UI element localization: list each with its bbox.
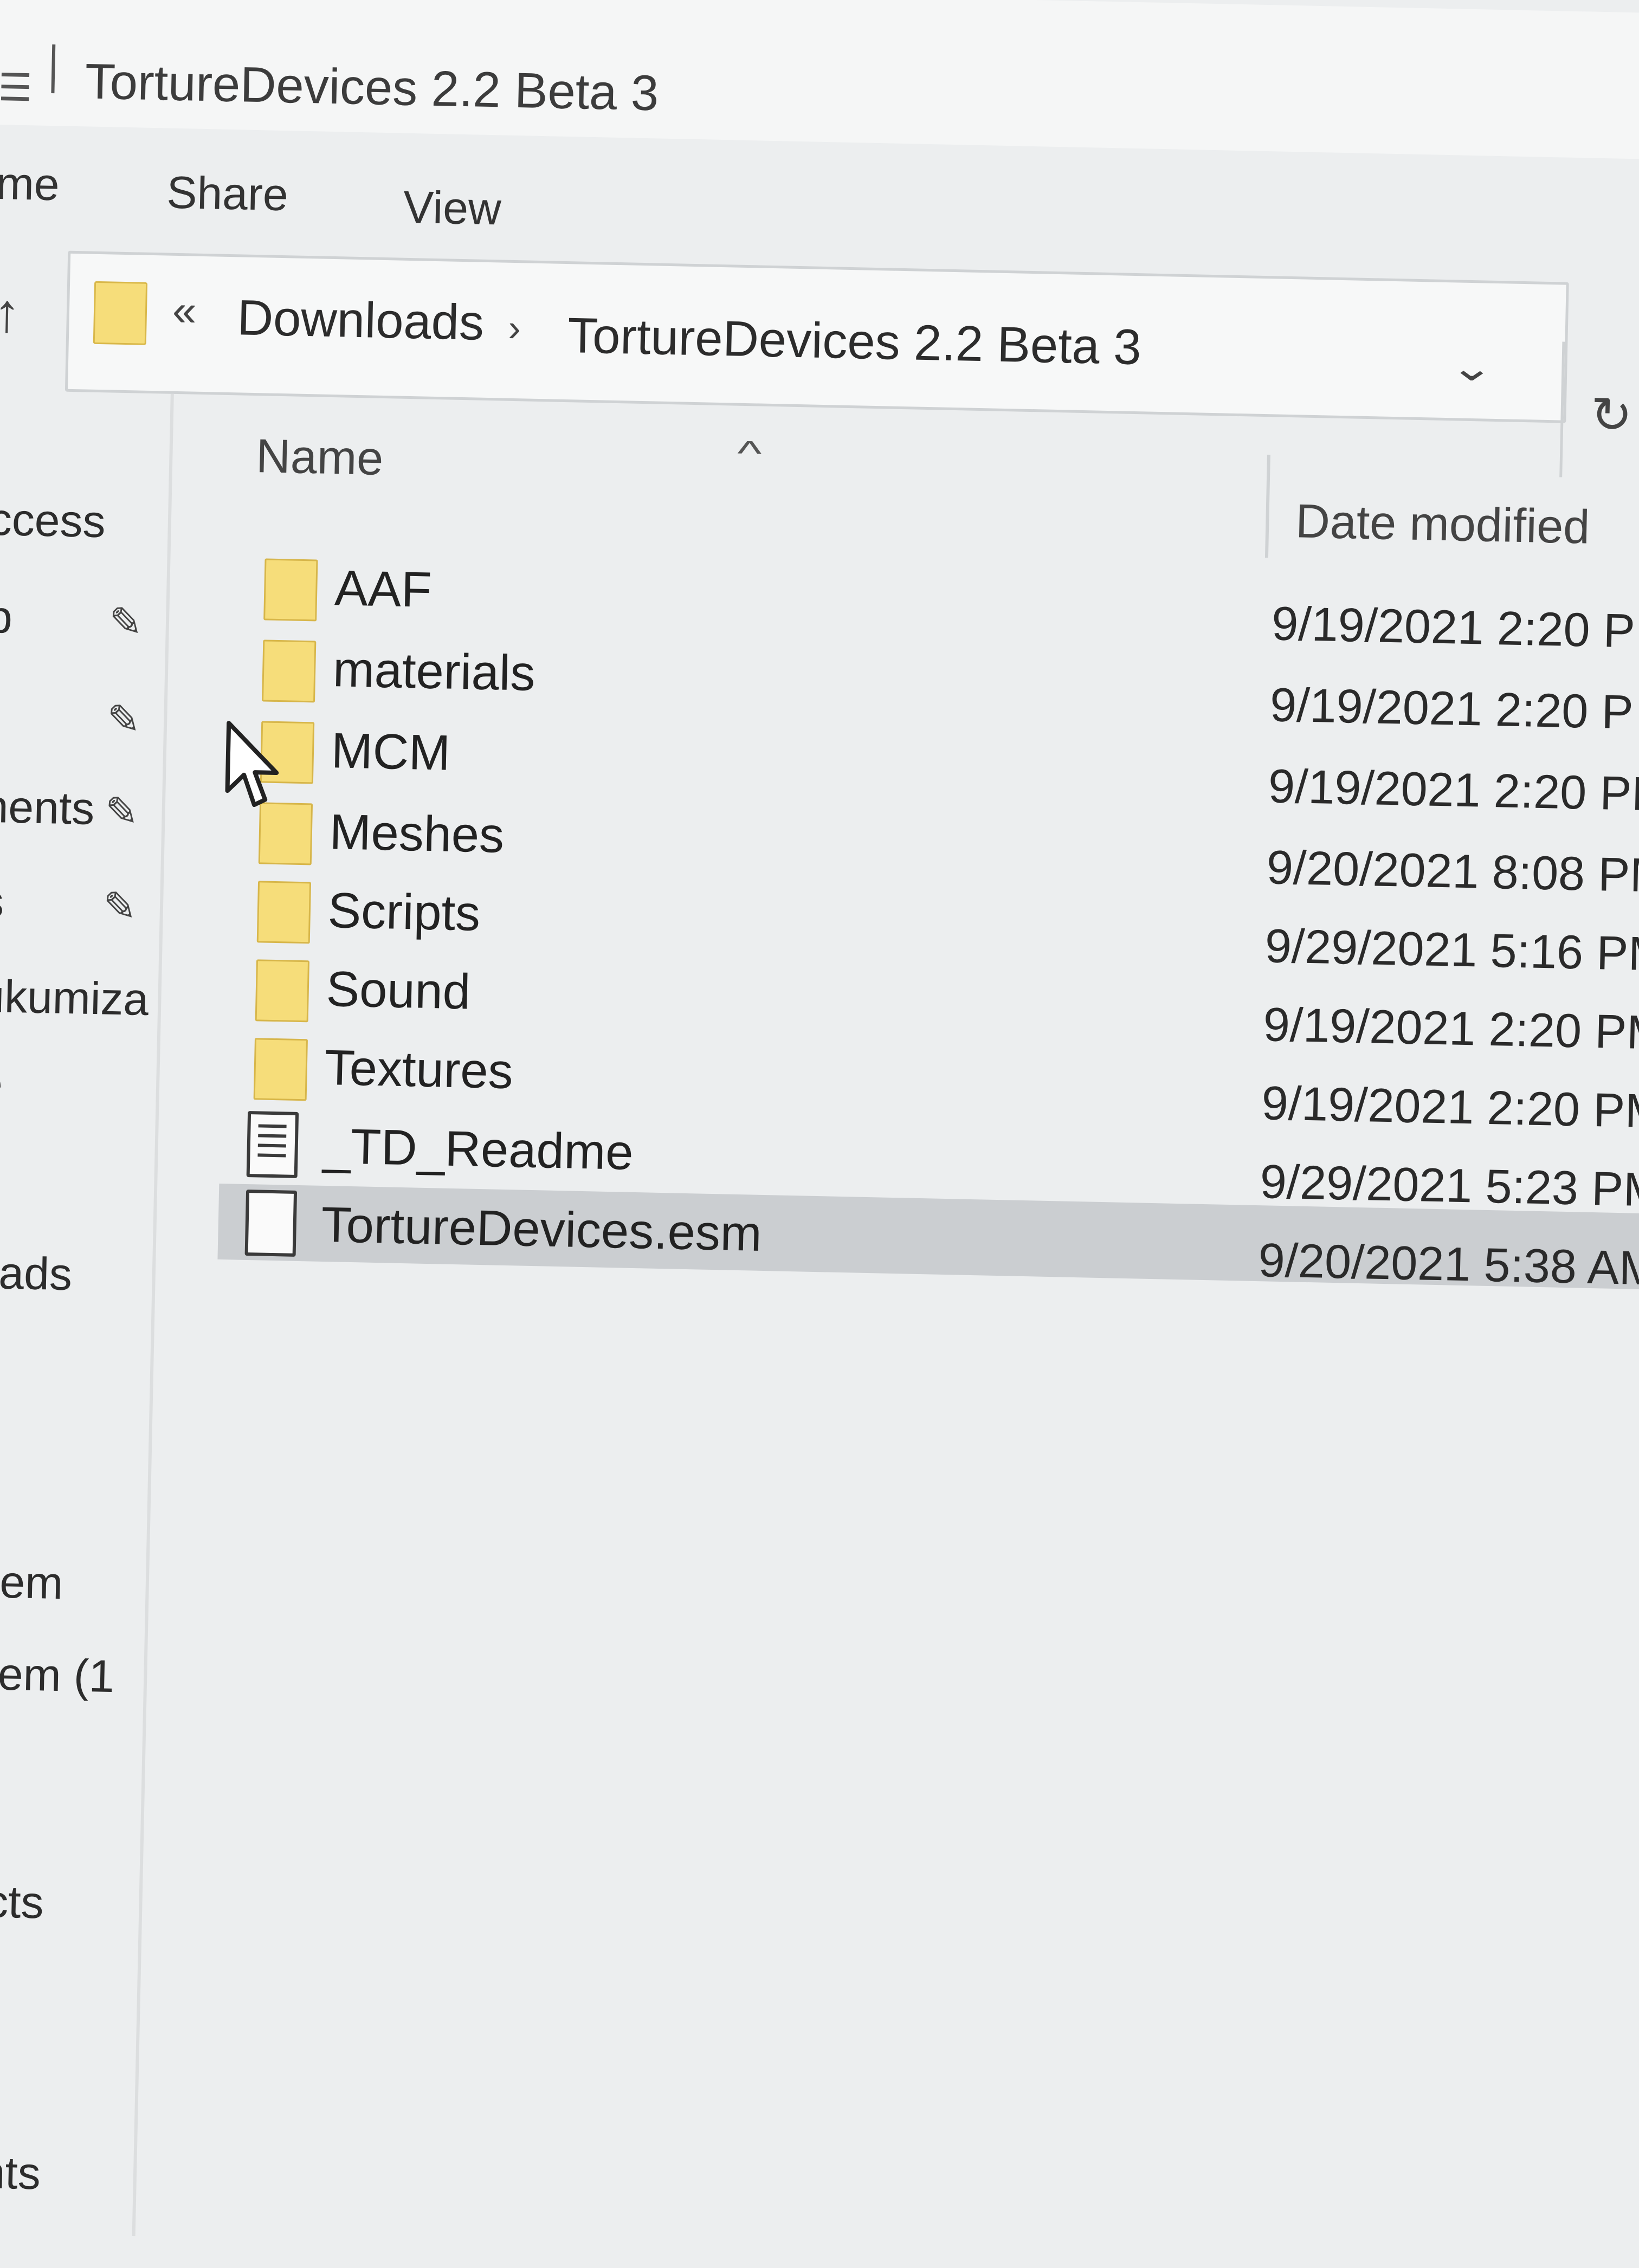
- up-arrow-icon[interactable]: ↑: [0, 282, 21, 345]
- nav-pane-divider[interactable]: [132, 393, 174, 2237]
- folder-icon: [93, 281, 148, 345]
- breadcrumb-overflow[interactable]: «: [172, 286, 197, 336]
- nav-item[interactable]: ukumiza: [0, 970, 149, 1026]
- address-bar[interactable]: « Downloads › TortureDevices 2.2 Beta 3 …: [64, 250, 1569, 423]
- breadcrumb-current[interactable]: TortureDevices 2.2 Beta 3: [567, 307, 1142, 376]
- nav-item[interactable]: ents: [0, 2146, 41, 2200]
- file-name: Sound: [325, 961, 471, 1020]
- file-name: Scripts: [327, 883, 481, 941]
- file-date-modified: 9/19/2021 2:20 PM: [1268, 759, 1639, 821]
- tab-view[interactable]: View: [403, 181, 502, 236]
- file-name: TortureDevices.esm: [320, 1197, 763, 1262]
- nav-item[interactable]: ivem: [0, 1555, 63, 1610]
- file-name: AAF: [334, 560, 433, 618]
- text-document-icon: [246, 1111, 299, 1178]
- file-name: Textures: [324, 1039, 514, 1100]
- nav-item[interactable]: oads: [0, 1246, 73, 1301]
- file-date-modified: 9/20/2021 5:38 AM: [1257, 1233, 1639, 1295]
- file-date-modified: 9/19/2021 2:20 P: [1269, 677, 1634, 739]
- file-icon: [244, 1189, 298, 1257]
- file-name: materials: [332, 642, 536, 701]
- document-line: [257, 1143, 286, 1148]
- nav-item[interactable]: p: [0, 591, 13, 644]
- pin-icon[interactable]: ✎: [102, 883, 137, 930]
- tab-home[interactable]: me: [0, 157, 60, 211]
- breadcrumb-downloads[interactable]: Downloads: [237, 289, 485, 352]
- document-line: [258, 1134, 287, 1138]
- breadcrumb-separator[interactable]: ›: [508, 306, 521, 350]
- column-divider[interactable]: [1264, 455, 1270, 558]
- nav-item[interactable]: ivem (1: [0, 1647, 115, 1703]
- menu-icon[interactable]: ☰: [0, 65, 33, 110]
- chevron-down-icon[interactable]: ⌄: [1449, 345, 1495, 390]
- column-header-name[interactable]: Name: [255, 428, 384, 486]
- nav-item[interactable]: ects: [0, 1875, 44, 1929]
- folder-icon: [255, 959, 310, 1023]
- nav-item[interactable]: s: [0, 875, 4, 928]
- file-date-modified: 9/19/2021 2:20 P: [1271, 596, 1636, 658]
- nav-item[interactable]: e: [0, 1057, 3, 1110]
- file-name: MCM: [331, 723, 451, 781]
- window-title: TortureDevices 2.2 Beta 3: [84, 54, 660, 121]
- folder-icon: [256, 881, 312, 944]
- pin-icon[interactable]: ✎: [108, 598, 143, 645]
- folder-icon: [261, 639, 317, 703]
- tab-share[interactable]: Share: [166, 166, 289, 222]
- document-line: [258, 1124, 287, 1128]
- file-name: _TD_Readme: [322, 1118, 634, 1180]
- folder-icon: [263, 558, 318, 622]
- folder-icon: [253, 1038, 308, 1101]
- pin-icon[interactable]: ✎: [105, 788, 139, 835]
- column-header-date-modified[interactable]: Date modified: [1295, 493, 1590, 554]
- file-name: Meshes: [328, 804, 505, 863]
- nav-item[interactable]: ccess: [0, 493, 106, 548]
- sort-up-icon: ^: [737, 433, 763, 473]
- mouse-cursor-icon: [225, 721, 279, 807]
- document-line: [257, 1153, 286, 1158]
- nav-item[interactable]: nents: [0, 780, 95, 835]
- refresh-icon[interactable]: ↻: [1590, 386, 1633, 445]
- pin-icon[interactable]: ✎: [106, 696, 141, 743]
